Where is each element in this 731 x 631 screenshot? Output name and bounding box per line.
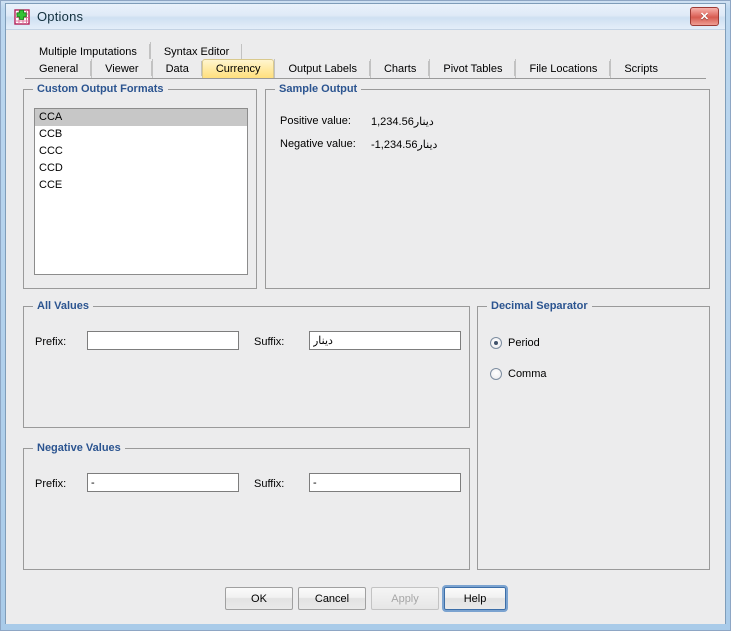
radio-button-icon bbox=[490, 368, 502, 380]
all-values-prefix-label: Prefix: bbox=[35, 336, 66, 348]
list-item-label: CCA bbox=[39, 111, 63, 123]
apply-button: Apply bbox=[371, 587, 439, 610]
dialog-client-area: Multiple Imputations Syntax Editor Gener… bbox=[6, 30, 725, 624]
list-item-label: CCD bbox=[39, 162, 63, 174]
button-label: Help bbox=[463, 592, 487, 605]
button-label: OK bbox=[251, 592, 267, 605]
help-button[interactable]: Help bbox=[444, 587, 506, 610]
group-title: All Values bbox=[33, 300, 93, 312]
radio-period[interactable]: Period bbox=[490, 337, 540, 349]
list-item-label: CCC bbox=[39, 145, 63, 157]
list-item[interactable]: CCE bbox=[35, 177, 247, 194]
title-bar: Options ✕ bbox=[6, 4, 725, 30]
list-item[interactable]: CCB bbox=[35, 126, 247, 143]
all-values-group: All Values Prefix: Suffix: bbox=[23, 300, 470, 428]
tab-strip-bottom: General Viewer Data Currency Output Labe… bbox=[25, 59, 671, 79]
tab-label: Currency bbox=[215, 63, 261, 75]
radio-comma[interactable]: Comma bbox=[490, 368, 547, 380]
list-item[interactable]: CCC bbox=[35, 143, 247, 160]
options-dialog-window: Options ✕ Multiple Imputations Syntax Ed… bbox=[0, 0, 731, 631]
negative-values-suffix-label: Suffix: bbox=[254, 478, 284, 490]
negative-value-output: -1,234.56دينار bbox=[371, 139, 438, 151]
tab-currency[interactable]: Currency bbox=[201, 59, 275, 78]
tab-label: General bbox=[39, 62, 79, 75]
label-text: Suffix: bbox=[254, 478, 285, 490]
close-icon[interactable]: ✕ bbox=[690, 7, 719, 26]
tab-label: File Locations bbox=[529, 62, 598, 75]
tab-data[interactable]: Data bbox=[151, 59, 203, 78]
close-glyph: ✕ bbox=[699, 11, 710, 23]
tab-label: Viewer bbox=[105, 62, 139, 75]
radio-button-icon bbox=[490, 337, 502, 349]
negative-values-suffix-input[interactable] bbox=[309, 473, 461, 492]
spss-app-icon bbox=[14, 9, 30, 25]
group-title: Negative Values bbox=[33, 442, 125, 454]
list-item-label: CCB bbox=[39, 128, 63, 140]
sample-output-group: Sample Output Positive value: 1,234.56دي… bbox=[265, 83, 710, 289]
tab-scripts[interactable]: Scripts bbox=[610, 59, 671, 78]
group-title: Sample Output bbox=[275, 83, 362, 95]
tab-charts[interactable]: Charts bbox=[369, 59, 430, 78]
tab-label: Multiple Imputations bbox=[39, 45, 137, 58]
tab-label: Syntax Editor bbox=[163, 45, 230, 58]
all-values-prefix-input[interactable] bbox=[87, 331, 239, 350]
positive-value-label: Positive value: bbox=[280, 115, 351, 127]
tab-strip-divider bbox=[25, 78, 706, 79]
window-title: Options bbox=[37, 9, 84, 24]
tab-file-locations[interactable]: File Locations bbox=[515, 59, 611, 78]
tab-label: Output Labels bbox=[288, 62, 357, 75]
positive-value-output: 1,234.56دينار bbox=[371, 116, 434, 128]
tab-label: Charts bbox=[383, 62, 417, 75]
all-values-suffix-input[interactable] bbox=[309, 331, 461, 350]
tab-viewer[interactable]: Viewer bbox=[91, 59, 153, 78]
tab-label: Data bbox=[165, 62, 189, 75]
custom-output-formats-group: Custom Output Formats CCA CCB CCC CCD CC… bbox=[23, 83, 257, 289]
all-values-suffix-label: Suffix: bbox=[254, 336, 284, 348]
tab-label: Scripts bbox=[624, 62, 658, 75]
ok-button[interactable]: OK bbox=[225, 587, 293, 610]
negative-value-label: Negative value: bbox=[280, 138, 356, 150]
tab-label: Pivot Tables bbox=[443, 62, 503, 75]
list-item[interactable]: CCA bbox=[35, 109, 247, 126]
negative-values-group: Negative Values Prefix: Suffix: bbox=[23, 442, 470, 570]
list-item-label: CCE bbox=[39, 179, 63, 191]
decimal-separator-group: Decimal Separator Period Comma bbox=[477, 300, 710, 570]
button-label: Apply bbox=[391, 592, 419, 605]
group-title: Decimal Separator bbox=[487, 300, 592, 312]
tab-pivot-tables[interactable]: Pivot Tables bbox=[429, 59, 516, 78]
button-label: Cancel bbox=[314, 592, 350, 605]
tab-general[interactable]: General bbox=[25, 59, 92, 78]
list-item[interactable]: CCD bbox=[35, 160, 247, 177]
negative-values-prefix-label: Prefix: bbox=[35, 478, 66, 490]
group-title: Custom Output Formats bbox=[33, 83, 168, 95]
custom-output-formats-list[interactable]: CCA CCB CCC CCD CCE bbox=[34, 108, 248, 275]
label-text: Prefix: bbox=[35, 336, 67, 348]
negative-values-prefix-input[interactable] bbox=[87, 473, 239, 492]
cancel-button[interactable]: Cancel bbox=[298, 587, 366, 610]
tab-output-labels[interactable]: Output Labels bbox=[274, 59, 370, 78]
radio-label: Comma bbox=[508, 368, 547, 380]
label-text: Prefix: bbox=[35, 478, 67, 490]
radio-label: Period bbox=[508, 337, 540, 349]
label-text: Suffix: bbox=[254, 336, 285, 348]
